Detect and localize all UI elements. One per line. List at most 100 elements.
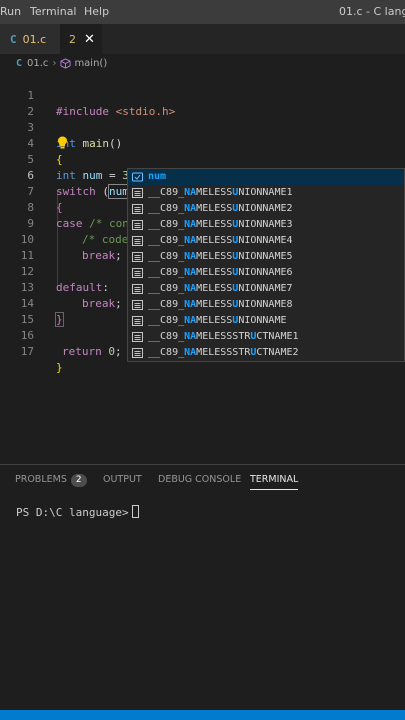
menu-help[interactable]: Help [84, 5, 109, 18]
suggest-item[interactable]: __C89_NAMELESSUNIONNAME6 [128, 265, 404, 281]
tab-01-c[interactable]: C 01.c [0, 24, 60, 54]
suggest-item[interactable]: __C89_NAMELESSUNIONNAME2 [128, 201, 404, 217]
tab-label: 2 [69, 32, 76, 46]
breadcrumb: C 01.c › main() [0, 54, 405, 72]
title-bar: Run Terminal Help 01.c - C language [0, 0, 405, 24]
terminal-cursor [131, 505, 139, 518]
panel-tab-problems[interactable]: PROBLEMS 2 [15, 474, 87, 487]
label-match: NA [184, 283, 197, 294]
label-part: __C89_ [148, 347, 185, 358]
suggest-item-label: __C89_NAMELESSSTRUCTNAME1 [148, 329, 299, 345]
text-icon [132, 332, 143, 342]
label-match: NA [184, 315, 197, 326]
bottom-panel: PROBLEMS 2 OUTPUT DEBUG CONSOLE TERMINAL … [0, 464, 405, 710]
label-part: MELESSSTR [196, 331, 251, 342]
c-file-icon: C [10, 32, 17, 46]
label-part: NIONNAME3 [238, 219, 293, 230]
c-file-icon: C [16, 57, 23, 69]
label-part: CTNAME1 [256, 331, 299, 342]
menu-run[interactable]: Run [0, 5, 21, 18]
code-line-current[interactable]: 6 switch (num) [0, 152, 405, 199]
label-part: NIONNAME4 [238, 235, 293, 246]
code-line[interactable]: 2 [0, 88, 405, 118]
text-icon [132, 316, 143, 326]
label-part: MELESS [196, 187, 233, 198]
suggest-item-label: __C89_NAMELESSUNIONNAME [148, 313, 287, 329]
variable-icon [132, 172, 143, 182]
close-icon[interactable]: ✕ [84, 32, 95, 47]
code-editor[interactable]: 1 #include <stdio.h> 2 3 int main() 4 { … [0, 72, 405, 464]
suggest-item-label: __C89_NAMELESSUNIONNAME2 [148, 201, 293, 217]
label-part: __C89_ [148, 219, 185, 230]
label-part: __C89_ [148, 187, 185, 198]
text-icon [132, 236, 143, 246]
label-part: MELESS [196, 315, 233, 326]
label-part: __C89_ [148, 331, 185, 342]
suggest-item-label: __C89_NAMELESSUNIONNAME5 [148, 249, 293, 265]
label-part: __C89_ [148, 267, 185, 278]
suggest-item-label: __C89_NAMELESSSTRUCTNAME2 [148, 345, 299, 361]
panel-tab-output[interactable]: OUTPUT [103, 474, 142, 485]
menu-terminal[interactable]: Terminal [30, 5, 77, 18]
label-part: NIONNAME6 [238, 267, 293, 278]
suggest-widget[interactable]: num __C89_NAMELESSUNIONNAME1 __C89_NAMELE… [127, 168, 405, 362]
label-part: __C89_ [148, 203, 185, 214]
terminal-output[interactable]: PS D:\C language> [16, 505, 139, 519]
suggest-item[interactable]: __C89_NAMELESSUNIONNAME4 [128, 233, 404, 249]
code-line[interactable]: 1 #include <stdio.h> [0, 72, 405, 118]
text-icon [132, 300, 143, 310]
editor-tab-bar: C 01.c 2 ✕ [0, 24, 405, 54]
label-part: NIONNAME8 [238, 299, 293, 310]
label-part: MELESS [196, 219, 233, 230]
text-icon [132, 188, 143, 198]
code-line[interactable]: 4 { [0, 120, 405, 166]
suggest-item[interactable]: __C89_NAMELESSUNIONNAME5 [128, 249, 404, 265]
token: ; [115, 345, 122, 358]
problems-count-badge: 2 [70, 474, 87, 487]
label-match: NA [184, 267, 197, 278]
token: return [62, 345, 102, 358]
terminal-prompt: PS D:\C language> [16, 506, 129, 519]
tab-label: 01.c [22, 32, 47, 46]
text-icon [132, 220, 143, 230]
text-icon [132, 284, 143, 294]
suggest-item-label: __C89_NAMELESSUNIONNAME8 [148, 297, 293, 313]
label-match: NA [184, 219, 197, 230]
suggest-item[interactable]: __C89_NAMELESSUNIONNAME1 [128, 185, 404, 201]
panel-tab-debug-console[interactable]: DEBUG CONSOLE [158, 474, 241, 485]
label-match: NA [184, 347, 197, 358]
panel-tab-label: PROBLEMS [15, 474, 67, 485]
token: 0 [101, 345, 115, 358]
suggest-item-label: num [148, 171, 167, 182]
label-match: NA [184, 251, 197, 262]
suggest-item[interactable]: __C89_NAMELESSSTRUCTNAME1 [128, 329, 404, 345]
suggest-item[interactable]: __C89_NAMELESSUNIONNAME8 [128, 297, 404, 313]
suggest-item-label: __C89_NAMELESSUNIONNAME7 [148, 281, 293, 297]
label-match: NA [184, 235, 197, 246]
label-part: CTNAME2 [256, 347, 299, 358]
suggest-item[interactable]: __C89_NAMELESSSTRUCTNAME2 [128, 345, 404, 361]
code-line[interactable]: 3 int main() [0, 104, 405, 150]
breadcrumb-file[interactable]: 01.c [27, 58, 48, 69]
suggest-item[interactable]: __C89_NAMELESSUNIONNAME7 [128, 281, 404, 297]
suggest-item[interactable]: __C89_NAMELESSUNIONNAME [128, 313, 404, 329]
label-part: MELESS [196, 251, 233, 262]
breadcrumb-symbol[interactable]: main() [74, 58, 107, 69]
tab-2[interactable]: 2 ✕ [60, 24, 102, 54]
label-part: MELESS [196, 235, 233, 246]
method-cube-icon [60, 57, 71, 69]
text-icon [132, 348, 143, 358]
status-bar [0, 710, 405, 720]
label-part: __C89_ [148, 251, 185, 262]
line-number: 17 [20, 345, 34, 358]
suggest-item-num[interactable]: num [128, 169, 404, 185]
label-part: MELESS [196, 283, 233, 294]
token: } [56, 361, 63, 374]
label-match: NA [184, 331, 197, 342]
chevron-right-icon: › [52, 57, 57, 69]
label-part: NIONNAME [238, 315, 287, 326]
lightbulb-icon[interactable] [57, 136, 68, 149]
panel-tab-terminal[interactable]: TERMINAL [250, 474, 299, 490]
label-part: NIONNAME5 [238, 251, 293, 262]
suggest-item[interactable]: __C89_NAMELESSUNIONNAME3 [128, 217, 404, 233]
